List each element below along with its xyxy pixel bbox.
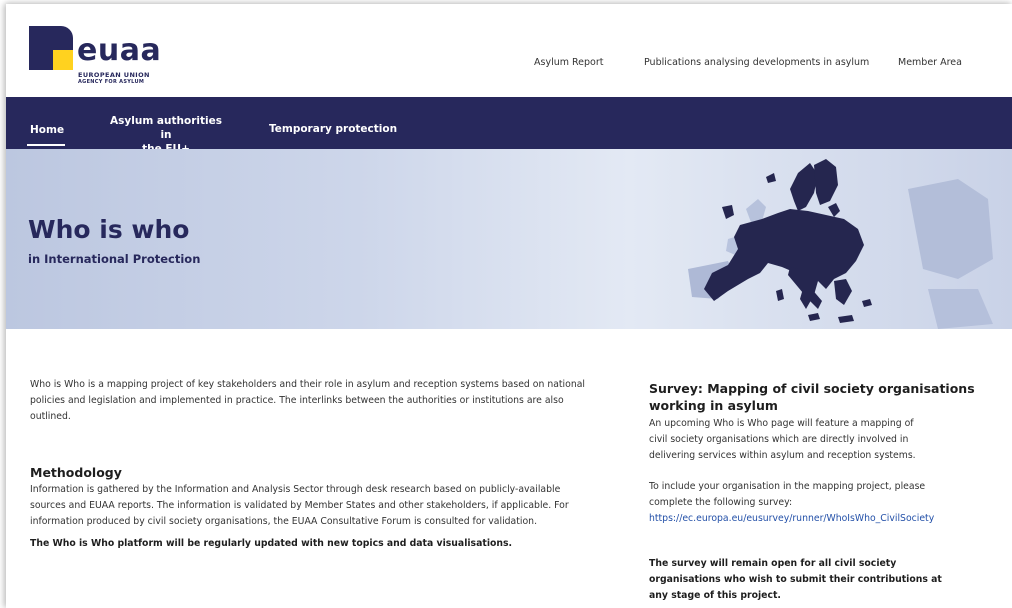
methodology-line-1: Information is gathered by the Informati… bbox=[30, 484, 561, 495]
methodology-line-3: information produced by civil society or… bbox=[30, 516, 538, 527]
nav-temporary-protection[interactable]: Temporary protection bbox=[269, 122, 397, 136]
topnav-member-area[interactable]: Member Area bbox=[898, 57, 962, 68]
survey-instructions-line-1: To include your organisation in the mapp… bbox=[649, 481, 926, 492]
survey-heading-line-1: Survey: Mapping of civil society organis… bbox=[649, 381, 975, 396]
survey-instructions-line-2: complete the following survey: bbox=[649, 497, 793, 508]
survey-closing-note: The survey will remain open for all civi… bbox=[649, 556, 942, 604]
page-title: Who is who bbox=[28, 215, 190, 244]
main-navigation: Home Asylum authorities in the EU+ Tempo… bbox=[6, 97, 1012, 155]
euaa-logo-mark-icon bbox=[29, 26, 73, 70]
browser-page: euaa EUROPEAN UNION AGENCY FOR ASYLUM As… bbox=[6, 4, 1012, 608]
nav-home-active-indicator bbox=[27, 144, 65, 146]
survey-heading: Survey: Mapping of civil society organis… bbox=[649, 380, 975, 414]
methodology-paragraph: Information is gathered by the Informati… bbox=[30, 482, 569, 530]
survey-intro-line-2: civil society organisations which are di… bbox=[649, 434, 909, 445]
survey-closing-line-3: any stage of this project. bbox=[649, 590, 781, 601]
methodology-line-2: sources and EUAA reports. The informatio… bbox=[30, 500, 569, 511]
logo-subtitle-1: EUROPEAN UNION bbox=[78, 71, 150, 79]
survey-closing-line-1: The survey will remain open for all civi… bbox=[649, 558, 897, 569]
logo-wordmark: euaa bbox=[77, 33, 162, 68]
intro-line-3: outlined. bbox=[30, 411, 71, 422]
logo-subtitle-2: AGENCY FOR ASYLUM bbox=[78, 79, 145, 85]
intro-paragraph: Who is Who is a mapping project of key s… bbox=[30, 377, 585, 425]
intro-line-2: policies and legislation and implemented… bbox=[30, 395, 564, 406]
euaa-logo[interactable]: euaa EUROPEAN UNION AGENCY FOR ASYLUM bbox=[29, 26, 169, 86]
site-header: euaa EUROPEAN UNION AGENCY FOR ASYLUM As… bbox=[6, 4, 1012, 97]
survey-instructions-paragraph: To include your organisation in the mapp… bbox=[649, 479, 934, 527]
nav-home[interactable]: Home bbox=[30, 123, 64, 137]
intro-line-1: Who is Who is a mapping project of key s… bbox=[30, 379, 585, 390]
hero-banner: Who is who in International Protection bbox=[6, 149, 1012, 329]
topnav-publications[interactable]: Publications analysing developments in a… bbox=[644, 57, 869, 68]
nav-asylum-authorities-line1: Asylum authorities in bbox=[110, 115, 222, 141]
survey-intro-line-1: An upcoming Who is Who page will feature… bbox=[649, 418, 914, 429]
methodology-heading: Methodology bbox=[30, 465, 122, 480]
topnav-asylum-report[interactable]: Asylum Report bbox=[534, 57, 604, 68]
survey-link[interactable]: https://ec.europa.eu/eusurvey/runner/Who… bbox=[649, 513, 934, 524]
survey-intro-line-3: delivering services within asylum and re… bbox=[649, 450, 916, 461]
europe-map-icon bbox=[688, 159, 993, 329]
platform-update-note: The Who is Who platform will be regularl… bbox=[30, 538, 513, 549]
survey-intro-paragraph: An upcoming Who is Who page will feature… bbox=[649, 416, 916, 464]
survey-heading-line-2: working in asylum bbox=[649, 398, 778, 413]
survey-closing-line-2: organisations who wish to submit their c… bbox=[649, 574, 942, 585]
page-subtitle: in International Protection bbox=[28, 252, 201, 266]
